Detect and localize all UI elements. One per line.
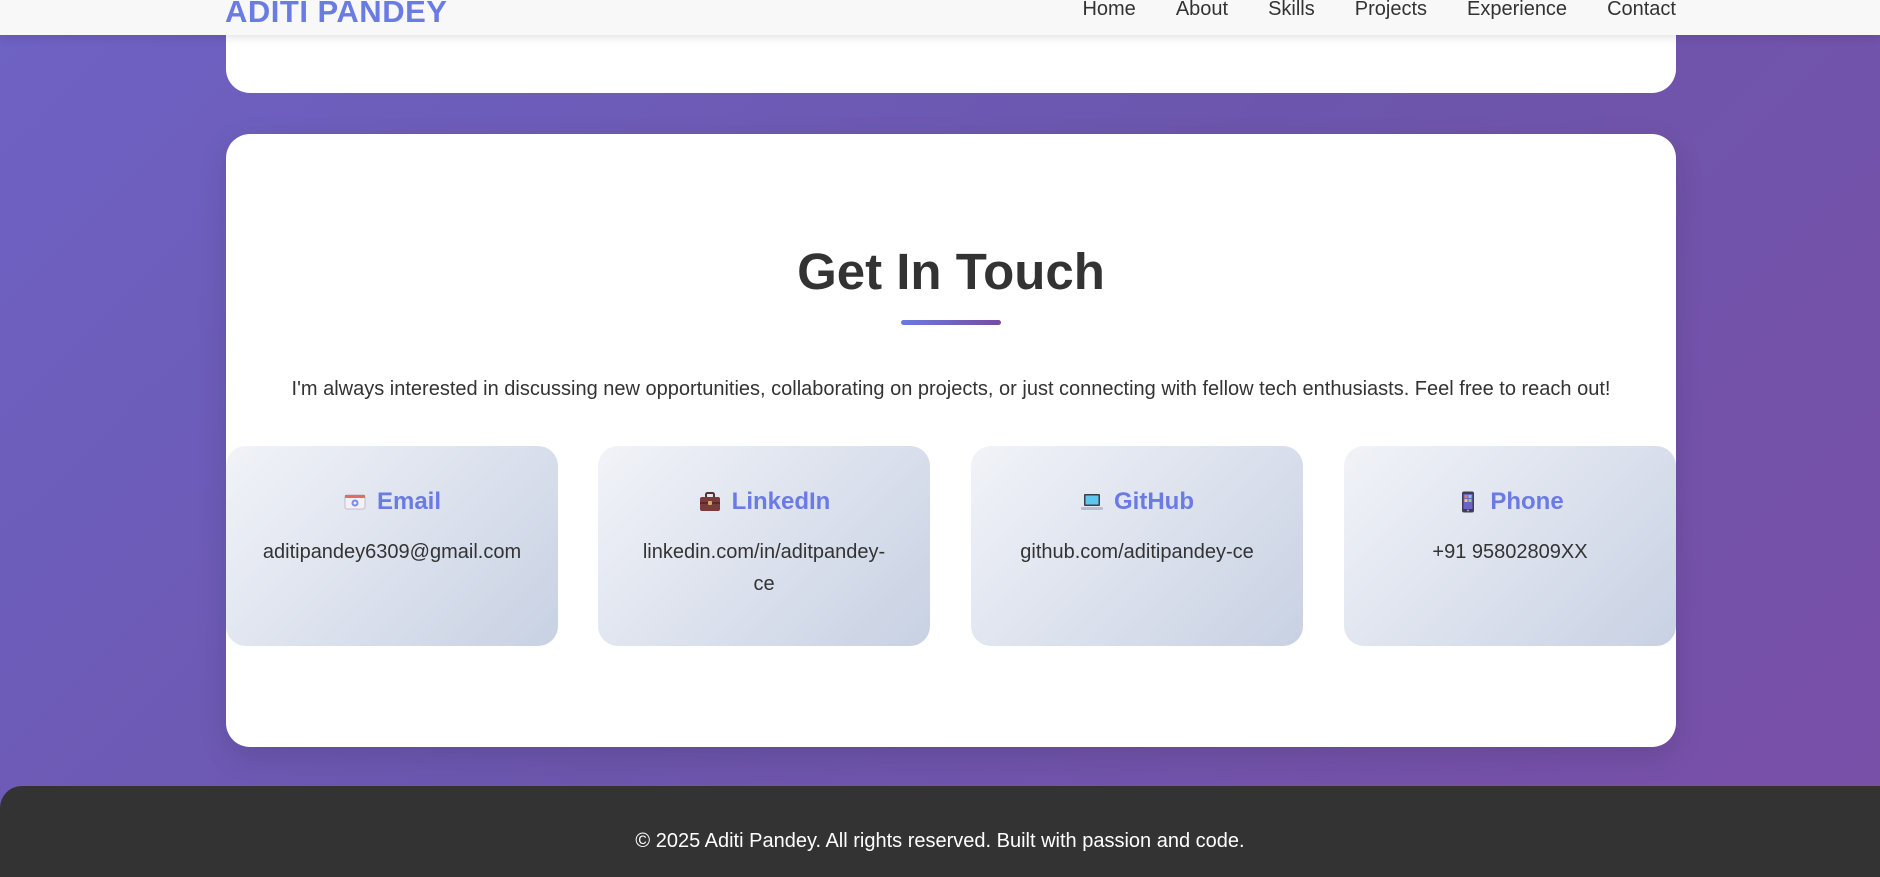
footer-copyright: © 2025 Aditi Pandey. All rights reserved… xyxy=(635,830,1245,852)
navbar: ADITI PANDEY Home About Skills Projects … xyxy=(0,0,1880,35)
method-label: GitHub xyxy=(1114,488,1194,515)
nav-link-contact[interactable]: Contact xyxy=(1607,0,1676,21)
method-value: linkedin.com/in/aditpandey-ce xyxy=(642,541,886,595)
contact-method-github[interactable]: GitHub github.com/aditipandey-ce xyxy=(971,446,1303,646)
nav-link-home[interactable]: Home xyxy=(1082,0,1135,21)
title-underline xyxy=(901,320,1001,325)
contact-methods: Email aditipandey6309@gmail.com LinkedIn… xyxy=(226,446,1676,646)
contact-section: Get In Touch I'm always interested in di… xyxy=(226,134,1676,747)
brand-logo[interactable]: ADITI PANDEY xyxy=(225,0,447,30)
nav-links: Home About Skills Projects Experience Co… xyxy=(1082,0,1676,21)
nav-link-about[interactable]: About xyxy=(1176,0,1228,21)
phone-icon xyxy=(1456,490,1480,514)
footer: © 2025 Aditi Pandey. All rights reserved… xyxy=(0,786,1880,877)
contact-method-phone[interactable]: Phone +91 95802809XX xyxy=(1344,446,1676,646)
contact-intro: I'm always interested in discussing new … xyxy=(291,378,1611,400)
method-value: github.com/aditipandey-ce xyxy=(1020,541,1254,563)
nav-link-projects[interactable]: Projects xyxy=(1355,0,1427,21)
method-label: LinkedIn xyxy=(731,488,831,515)
laptop-icon xyxy=(1080,490,1104,514)
method-value: +91 95802809XX xyxy=(1432,541,1588,563)
briefcase-icon xyxy=(698,490,722,514)
method-label: Phone xyxy=(1490,488,1564,515)
nav-link-skills[interactable]: Skills xyxy=(1268,0,1315,21)
contact-method-email[interactable]: Email aditipandey6309@gmail.com xyxy=(226,446,558,646)
email-icon xyxy=(343,490,367,514)
method-label: Email xyxy=(376,488,442,515)
method-value: aditipandey6309@gmail.com xyxy=(262,541,522,563)
nav-link-experience[interactable]: Experience xyxy=(1467,0,1567,21)
contact-method-linkedin[interactable]: LinkedIn linkedin.com/in/aditpandey-ce xyxy=(598,446,930,646)
section-title: Get In Touch xyxy=(797,243,1105,300)
